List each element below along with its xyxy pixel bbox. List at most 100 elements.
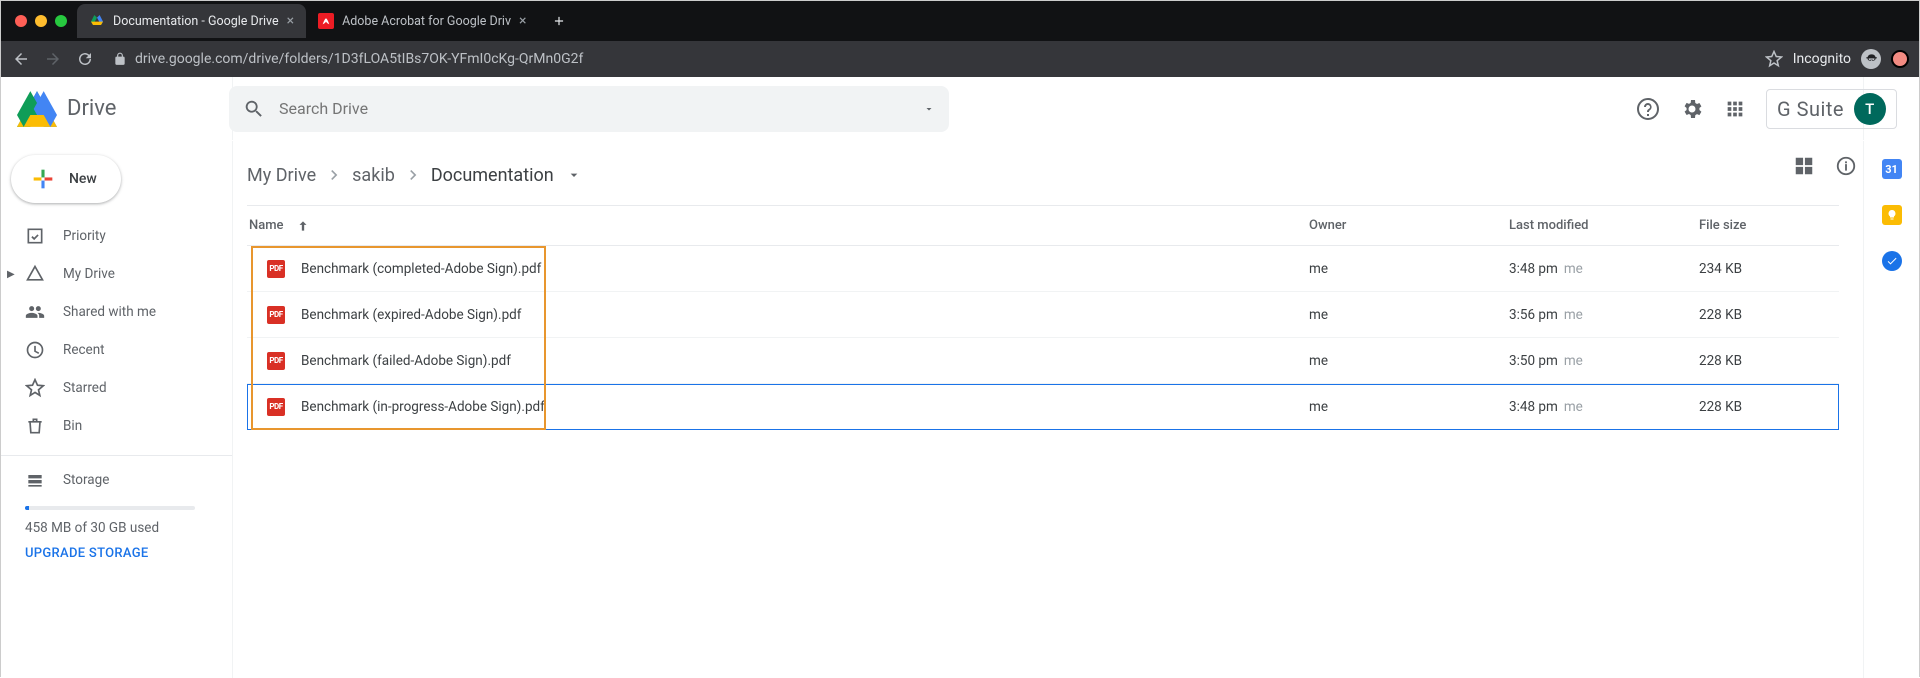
sidebar-item-label: Starred <box>63 380 107 396</box>
breadcrumb-segment[interactable]: Documentation <box>431 165 554 186</box>
file-name: Benchmark (expired-Adobe Sign).pdf <box>301 307 521 323</box>
storage-icon <box>25 470 45 490</box>
incognito-icon <box>1861 49 1881 69</box>
shared-icon <box>25 302 45 322</box>
sidebar-item-label: My Drive <box>63 266 115 282</box>
browser-tab[interactable]: Adobe Acrobat for Google Driv × <box>306 4 538 38</box>
main-content: My Drive sakib Documentation Name Owner La… <box>233 77 1863 678</box>
trash-icon <box>25 416 45 436</box>
close-tab-icon[interactable]: × <box>287 13 294 29</box>
file-modified-by: me <box>1564 261 1583 277</box>
tab-strip: Documentation - Google Drive×Adobe Acrob… <box>1 1 1919 41</box>
storage-bar <box>25 506 195 510</box>
sidebar-item-starred[interactable]: Starred <box>1 369 232 407</box>
chevron-right-icon <box>324 165 344 185</box>
browser-toolbar: drive.google.com/drive/folders/1D3fLOA5t… <box>1 41 1919 77</box>
reload-button[interactable] <box>75 49 95 69</box>
sidebar: New Priority ▶ My Drive Shared with me Recen… <box>1 77 233 678</box>
close-tab-icon[interactable]: × <box>519 13 526 29</box>
profile-indicator-icon[interactable] <box>1891 50 1909 68</box>
chevron-right-icon <box>403 165 423 185</box>
mydrive-icon <box>25 264 45 284</box>
sidebar-item-mydrive[interactable]: ▶ My Drive <box>1 255 232 293</box>
lock-icon <box>113 52 127 66</box>
new-tab-button[interactable] <box>545 7 573 35</box>
sidebar-item-shared[interactable]: Shared with me <box>1 293 232 331</box>
file-modified-by: me <box>1564 307 1583 323</box>
drive-triangle-icon <box>17 91 57 127</box>
new-button[interactable]: New <box>11 155 121 203</box>
column-modified[interactable]: Last modified <box>1509 218 1699 233</box>
priority-icon <box>25 226 45 246</box>
pdf-file-icon: PDF <box>267 306 285 324</box>
drive-favicon-icon <box>89 13 105 29</box>
file-size: 234 KB <box>1699 261 1839 277</box>
sidebar-item-priority[interactable]: Priority <box>1 217 232 255</box>
maximize-window-button[interactable] <box>55 15 67 27</box>
sort-ascending-icon <box>296 219 310 233</box>
file-owner: me <box>1309 353 1509 369</box>
tasks-addon-icon[interactable] <box>1882 251 1902 271</box>
drive-app: Drive G Suite T <box>1 77 1919 678</box>
storage-used-text: 458 MB of 30 GB used <box>25 520 232 536</box>
tab-label: Adobe Acrobat for Google Driv <box>342 14 511 29</box>
sidebar-item-label: Bin <box>63 418 82 434</box>
file-size: 228 KB <box>1699 307 1839 323</box>
upgrade-storage-link[interactable]: UPGRADE STORAGE <box>25 546 232 561</box>
address-bar[interactable]: drive.google.com/drive/folders/1D3fLOA5t… <box>107 51 1753 67</box>
calendar-addon-icon[interactable]: 31 <box>1882 159 1902 179</box>
file-size: 228 KB <box>1699 399 1839 415</box>
file-modified-by: me <box>1564 353 1583 369</box>
table-header: Name Owner Last modified File size <box>247 206 1839 246</box>
column-name[interactable]: Name <box>247 218 1309 233</box>
window-controls <box>9 15 77 27</box>
starred-icon <box>25 378 45 398</box>
pdf-file-icon: PDF <box>267 352 285 370</box>
details-info-icon[interactable] <box>1835 155 1857 177</box>
file-row[interactable]: PDFBenchmark (expired-Adobe Sign).pdfme3… <box>247 292 1839 338</box>
file-row[interactable]: PDFBenchmark (failed-Adobe Sign).pdfme3:… <box>247 338 1839 384</box>
back-button[interactable] <box>11 49 31 69</box>
plus-icon <box>29 165 57 193</box>
storage-label: Storage <box>63 472 109 488</box>
file-owner: me <box>1309 261 1509 277</box>
side-panel: 31 <box>1863 77 1919 678</box>
avatar-initial: T <box>1865 100 1875 118</box>
file-modified: 3:48 pm <box>1509 261 1558 277</box>
file-owner: me <box>1309 307 1509 323</box>
browser-chrome: Documentation - Google Drive×Adobe Acrob… <box>1 1 1919 77</box>
file-size: 228 KB <box>1699 353 1839 369</box>
file-name: Benchmark (failed-Adobe Sign).pdf <box>301 353 511 369</box>
sidebar-item-label: Recent <box>63 342 105 358</box>
file-row[interactable]: PDFBenchmark (completed-Adobe Sign).pdfm… <box>247 246 1839 292</box>
file-modified-by: me <box>1564 399 1583 415</box>
sidebar-item-recent[interactable]: Recent <box>1 331 232 369</box>
file-name: Benchmark (in-progress-Adobe Sign).pdf <box>301 399 545 415</box>
breadcrumb-segment[interactable]: sakib <box>352 165 395 186</box>
browser-tab[interactable]: Documentation - Google Drive × <box>77 4 306 38</box>
minimize-window-button[interactable] <box>35 15 47 27</box>
column-owner[interactable]: Owner <box>1309 218 1509 233</box>
file-row[interactable]: PDF Benchmark (in-progress-Adobe Sign).pd… <box>247 384 1839 430</box>
column-size[interactable]: File size <box>1699 218 1839 233</box>
drive-logo[interactable]: Drive <box>17 91 217 127</box>
expand-caret-icon[interactable]: ▶ <box>7 269 15 280</box>
forward-button[interactable] <box>43 49 63 69</box>
file-modified: 3:48 pm <box>1509 399 1558 415</box>
file-owner: me <box>1309 399 1509 415</box>
close-window-button[interactable] <box>15 15 27 27</box>
breadcrumb: My Drive sakib Documentation <box>247 155 1839 195</box>
keep-addon-icon[interactable] <box>1882 205 1902 225</box>
tab-label: Documentation - Google Drive <box>113 14 279 29</box>
file-modified: 3:56 pm <box>1509 307 1558 323</box>
recent-icon <box>25 340 45 360</box>
product-name: Drive <box>67 96 116 121</box>
file-modified: 3:50 pm <box>1509 353 1558 369</box>
bookmark-star-icon[interactable] <box>1765 50 1783 68</box>
pdf-file-icon: PDF <box>267 398 285 416</box>
breadcrumb-segment[interactable]: My Drive <box>247 165 316 186</box>
pdf-file-icon: PDF <box>267 260 285 278</box>
sidebar-item-trash[interactable]: Bin <box>1 407 232 445</box>
breadcrumb-dropdown-icon[interactable] <box>566 167 582 183</box>
grid-view-icon[interactable] <box>1793 155 1815 177</box>
